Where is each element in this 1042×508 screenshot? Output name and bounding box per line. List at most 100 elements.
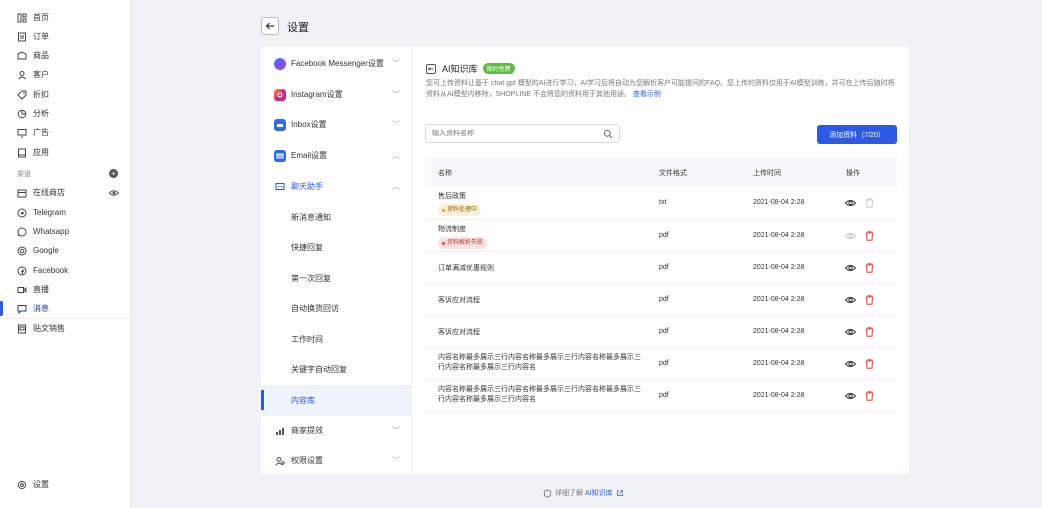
table-row: 物流制度 资料解析失败 pdf 2021-08-04 2:28 bbox=[425, 220, 897, 252]
status-dot bbox=[442, 241, 445, 245]
menu-item-messenger[interactable]: Facebook Messenger设置 ﹀ bbox=[261, 48, 412, 79]
messenger-icon bbox=[274, 57, 286, 70]
delete-trash-icon[interactable] bbox=[865, 263, 874, 273]
menu-subitem-first-reply[interactable]: 第一次回复 bbox=[261, 263, 412, 294]
menu-subitem-quick-reply[interactable]: 快捷回复 bbox=[261, 232, 412, 263]
cell-name: 售后政策 资料处理中 bbox=[438, 192, 643, 216]
order-icon bbox=[17, 32, 27, 42]
cell-name: 物流制度 资料解析失败 bbox=[438, 225, 643, 249]
sidebar-item-facebook[interactable]: Facebook bbox=[0, 261, 131, 280]
settings-menu: Facebook Messenger设置 ﹀ Instagram设置 ﹀ Inb… bbox=[261, 47, 412, 474]
sidebar-item-telegram[interactable]: Telegram bbox=[0, 203, 131, 222]
sidebar-item-label: 客户 bbox=[33, 70, 49, 79]
delete-trash-icon[interactable] bbox=[865, 359, 874, 369]
chevron-up-icon: ︿ bbox=[392, 151, 400, 160]
cell-upload-time: 2021-08-04 2:28 bbox=[753, 296, 805, 303]
cell-format: pdf bbox=[659, 264, 669, 271]
view-eye-icon[interactable] bbox=[845, 199, 856, 207]
sidebar-item-label: 贴文销售 bbox=[33, 324, 65, 333]
delete-trash-icon[interactable] bbox=[865, 231, 874, 241]
sidebar-item-label: 设置 bbox=[33, 480, 49, 489]
back-button[interactable] bbox=[261, 17, 279, 35]
sidebar-item-ads[interactable]: 广告 bbox=[0, 123, 131, 142]
cell-upload-time: 2021-08-04 2:28 bbox=[753, 232, 805, 239]
column-header-time: 上传时间 bbox=[753, 170, 781, 177]
eye-icon[interactable] bbox=[109, 188, 119, 198]
sidebar-item-analytics[interactable]: 分析 bbox=[0, 104, 131, 123]
menu-item-inbox[interactable]: Inbox设置 ﹀ bbox=[261, 109, 412, 140]
status-badge: 资料解析失败 bbox=[438, 237, 488, 249]
menu-item-email[interactable]: Email设置 ︿ bbox=[261, 140, 412, 171]
view-eye-icon[interactable] bbox=[845, 392, 856, 400]
example-link[interactable]: 查看示例 bbox=[633, 91, 661, 98]
learn-more-link[interactable]: 详细了解 AI知识库 bbox=[543, 488, 624, 498]
menu-subitem-content-library[interactable]: 内容库 bbox=[261, 385, 412, 416]
sidebar-item-apps[interactable]: 应用 bbox=[0, 143, 131, 162]
view-eye-icon[interactable] bbox=[845, 264, 856, 272]
shield-icon bbox=[543, 488, 552, 498]
search-box[interactable] bbox=[425, 124, 620, 143]
live-icon bbox=[17, 285, 27, 295]
arrow-left-icon bbox=[265, 22, 274, 30]
menu-subitem-new-message-notify[interactable]: 新消息通知 bbox=[261, 202, 412, 233]
delete-trash-icon bbox=[865, 198, 874, 208]
chevron-down-icon: ﹀ bbox=[392, 59, 400, 68]
cell-name: 订单满减优惠规则 bbox=[438, 264, 643, 274]
kb-header: ⇤ AI知识库 限时免费 bbox=[426, 62, 515, 75]
delete-trash-icon[interactable] bbox=[865, 391, 874, 401]
discount-icon bbox=[17, 90, 27, 100]
menu-item-permission[interactable]: 权限设置 ﹀ bbox=[261, 445, 412, 476]
product-icon bbox=[17, 50, 27, 61]
chevron-up-icon: ︿ bbox=[392, 182, 400, 191]
sidebar-item-post-sales[interactable]: 贴文销售 bbox=[0, 319, 131, 338]
sidebar: 首页 订单 商品 客户 折扣 分析 广告 应用 渠道 + 在线商店 Telegr… bbox=[0, 0, 131, 508]
column-header-format: 文件格式 bbox=[659, 170, 687, 177]
sidebar-item-settings[interactable]: 设置 bbox=[0, 475, 131, 494]
sidebar-item-label: Google bbox=[33, 246, 59, 255]
view-eye-icon bbox=[845, 233, 856, 239]
cell-upload-time: 2021-08-04 2:28 bbox=[753, 264, 805, 271]
sidebar-item-messages[interactable]: 消息 bbox=[0, 299, 131, 318]
delete-trash-icon[interactable] bbox=[865, 327, 874, 337]
menu-item-chat-assistant[interactable]: 聊天助手 ︿ bbox=[261, 171, 412, 202]
material-name: 客诉应对流程 bbox=[438, 329, 480, 336]
view-eye-icon[interactable] bbox=[845, 296, 856, 304]
sidebar-item-label: 在线商店 bbox=[33, 188, 65, 197]
collapse-left-icon[interactable]: ⇤ bbox=[426, 63, 436, 74]
menu-item-efficiency[interactable]: 商家提效 ﹀ bbox=[261, 415, 412, 446]
view-eye-icon[interactable] bbox=[845, 360, 856, 368]
sidebar-item-customers[interactable]: 客户 bbox=[0, 65, 131, 84]
search-icon[interactable] bbox=[603, 129, 613, 139]
view-eye-icon[interactable] bbox=[845, 328, 856, 336]
sidebar-item-orders[interactable]: 订单 bbox=[0, 27, 131, 46]
sidebar-item-label: 订单 bbox=[33, 32, 49, 41]
add-material-button[interactable]: 添加资料（7/20） bbox=[817, 125, 897, 144]
sidebar-item-whatsapp[interactable]: Whatsapp bbox=[0, 222, 131, 241]
table-row: 内容名称最多展示三行内容名称最多展示三行内容名称最多展示三行内容名称最多展示三行… bbox=[425, 348, 897, 380]
add-channel-icon[interactable]: + bbox=[109, 169, 118, 178]
cell-format: pdf bbox=[659, 328, 669, 335]
sidebar-item-home[interactable]: 首页 bbox=[0, 8, 131, 27]
menu-item-label: 商家提效 bbox=[291, 426, 323, 435]
instagram-icon bbox=[274, 88, 286, 101]
facebook-icon bbox=[17, 266, 27, 276]
menu-subitem-label: 自动换货回访 bbox=[291, 304, 339, 313]
menu-item-instagram[interactable]: Instagram设置 ﹀ bbox=[261, 79, 412, 110]
menu-subitem-keyword-reply[interactable]: 关键字自动回复 bbox=[261, 354, 412, 385]
sidebar-item-live[interactable]: 直播 bbox=[0, 280, 131, 299]
sidebar-item-label: 商品 bbox=[33, 51, 49, 60]
sidebar-item-google[interactable]: Google bbox=[0, 241, 131, 260]
store-icon bbox=[17, 188, 27, 198]
material-name: 售后政策 bbox=[438, 193, 466, 200]
efficiency-icon bbox=[274, 425, 286, 437]
sidebar-item-label: 折扣 bbox=[33, 90, 49, 99]
menu-subitem-working-hours[interactable]: 工作时间 bbox=[261, 324, 412, 355]
sidebar-item-products[interactable]: 商品 bbox=[0, 46, 131, 65]
sidebar-item-discounts[interactable]: 折扣 bbox=[0, 85, 131, 104]
menu-subitem-auto-followup[interactable]: 自动换货回访 bbox=[261, 293, 412, 324]
cell-format: pdf bbox=[659, 360, 669, 367]
sidebar-item-label: 消息 bbox=[33, 304, 49, 313]
delete-trash-icon[interactable] bbox=[865, 295, 874, 305]
search-input[interactable] bbox=[432, 130, 602, 137]
sidebar-item-label: Facebook bbox=[33, 266, 69, 275]
